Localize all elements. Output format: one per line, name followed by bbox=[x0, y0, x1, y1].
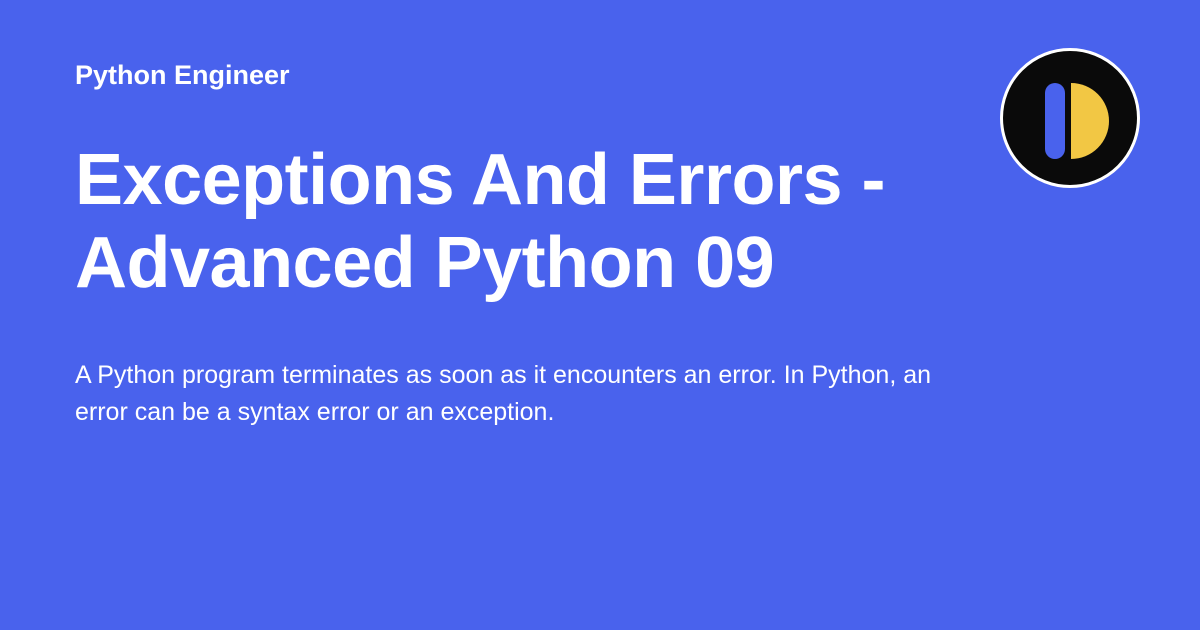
site-name: Python Engineer bbox=[75, 60, 1125, 91]
logo-bar-icon bbox=[1045, 83, 1065, 159]
card-container: Python Engineer Exceptions And Errors - … bbox=[0, 0, 1200, 630]
logo-inner bbox=[1003, 51, 1137, 185]
logo-d-icon bbox=[1071, 83, 1109, 159]
page-title: Exceptions And Errors - Advanced Python … bbox=[75, 139, 975, 305]
page-description: A Python program terminates as soon as i… bbox=[75, 357, 945, 432]
brand-logo bbox=[1000, 48, 1140, 188]
logo-circle bbox=[1000, 48, 1140, 188]
